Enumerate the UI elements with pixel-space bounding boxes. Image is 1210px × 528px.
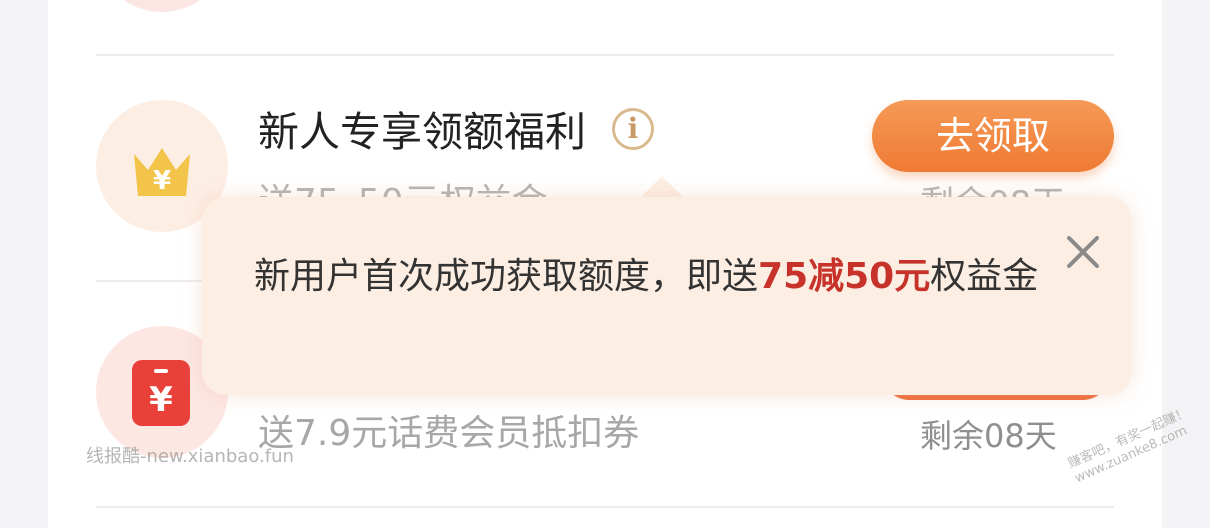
divider	[96, 506, 1114, 508]
crown-yen-icon: ¥	[134, 148, 190, 196]
divider	[96, 54, 1114, 56]
claim-button[interactable]: 去领取	[872, 100, 1114, 172]
close-icon[interactable]	[1064, 233, 1102, 271]
tooltip-arrow	[640, 176, 684, 198]
remaining-days-2: 剩余08天	[920, 417, 1057, 455]
item-subtitle-2: 送7.9元话费会员抵扣券	[258, 413, 640, 454]
phone-yen-icon: ¥	[132, 360, 190, 426]
tooltip-text: 新用户首次成功获取额度，即送75减50元权益金	[254, 256, 1039, 297]
item-title: 新人专享领额福利	[258, 108, 586, 156]
watermark-left: 线报酷-new.xianbao.fun	[86, 446, 294, 467]
info-tooltip: 新用户首次成功获取额度，即送75减50元权益金	[202, 197, 1132, 395]
tooltip-highlight: 75减50元	[758, 256, 931, 297]
info-icon[interactable]: i	[612, 108, 654, 150]
svg-text:¥: ¥	[153, 166, 171, 196]
